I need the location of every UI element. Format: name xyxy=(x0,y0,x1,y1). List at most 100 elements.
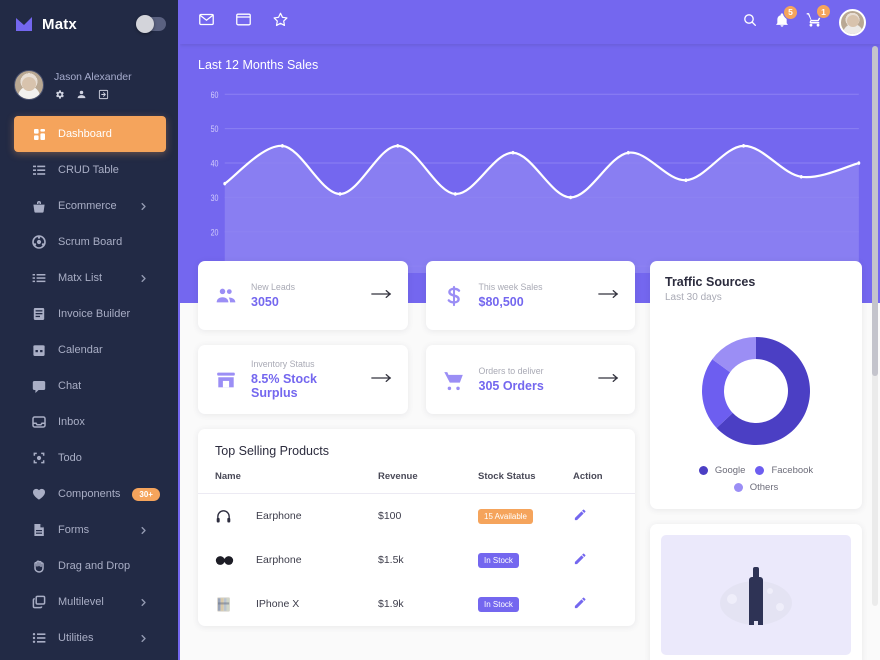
window-icon[interactable] xyxy=(235,11,252,33)
product-name: Earphone xyxy=(256,554,302,566)
stat-card-inventory-status[interactable]: Inventory Status 8.5% Stock Surplus xyxy=(198,345,408,414)
arrow-right-icon[interactable] xyxy=(370,371,393,389)
svg-text:20: 20 xyxy=(211,227,219,237)
legend-dot xyxy=(733,483,743,492)
sidebar-item-matx-list[interactable]: Matx List xyxy=(14,260,166,296)
avatar[interactable] xyxy=(839,8,866,36)
mail-icon[interactable] xyxy=(198,11,215,33)
user-profile[interactable]: Jason Alexander xyxy=(0,70,180,100)
sidebar-item-components[interactable]: Components 30+ xyxy=(14,476,180,512)
legend-item-others[interactable]: Others xyxy=(733,482,778,493)
column-header-stock: Stock Status xyxy=(478,471,573,494)
sidebar-item-scrum-board[interactable]: Scrum Board xyxy=(14,224,166,260)
sidebar-item-label: Forms xyxy=(58,524,90,536)
sidebar-item-todo[interactable]: Todo xyxy=(14,440,166,476)
cart-icon xyxy=(440,369,468,391)
sidebar-item-forms[interactable]: Forms xyxy=(14,512,166,548)
chevron-right-icon xyxy=(141,598,146,606)
column-header-revenue: Revenue xyxy=(378,471,478,494)
traffic-donut-chart xyxy=(650,303,862,465)
sidebar-item-utilities[interactable]: Utilities xyxy=(14,620,166,656)
stat-label: Inventory Status xyxy=(251,359,315,369)
sidebar-item-label: Ecommerce xyxy=(58,200,117,212)
utilities-icon xyxy=(32,633,46,643)
product-revenue: $100 xyxy=(378,510,402,522)
edit-icon[interactable] xyxy=(573,507,635,525)
sidebar-item-crud-table[interactable]: CRUD Table xyxy=(14,152,166,188)
legend-item-google[interactable]: Google xyxy=(698,465,745,476)
scrum-icon xyxy=(32,235,46,249)
stat-value: 3050 xyxy=(251,295,279,309)
dashboard-icon xyxy=(34,129,45,140)
vertical-scrollbar[interactable] xyxy=(872,46,878,606)
table-header: Name Revenue Stock Status Action xyxy=(198,471,635,494)
chevron-right-icon xyxy=(141,274,146,282)
sidebar-item-invoice-builder[interactable]: Invoice Builder xyxy=(14,296,166,332)
arrow-right-icon[interactable] xyxy=(598,371,620,389)
page-title: Last 12 Months Sales xyxy=(198,58,319,72)
search-icon[interactable] xyxy=(742,12,758,33)
status-badge: 15 Available xyxy=(478,508,533,524)
heart-icon xyxy=(33,488,45,500)
chevron-right-icon xyxy=(141,526,146,534)
chevron-right-icon xyxy=(141,634,146,642)
status-badge: In Stock xyxy=(478,552,519,568)
svg-text:60: 60 xyxy=(211,90,219,100)
sidebar-item-label: Invoice Builder xyxy=(58,308,131,320)
promo-product-card xyxy=(650,524,862,660)
column-header-action: Action xyxy=(573,471,635,494)
list-icon xyxy=(33,165,46,175)
avatar[interactable] xyxy=(14,70,44,100)
stat-card-orders-to-deliver[interactable]: Orders to deliver 305 Orders xyxy=(425,345,635,414)
product-name: Earphone xyxy=(256,510,302,522)
sidebar-item-label: Todo xyxy=(58,452,82,464)
products-table: Name Revenue Stock Status Action Earphon… xyxy=(198,471,635,626)
cart-icon[interactable]: 1 xyxy=(806,4,831,33)
table-row[interactable]: IPhone X $1.9k In Stock xyxy=(198,582,635,626)
edit-icon[interactable] xyxy=(573,595,635,613)
profile-name: Jason Alexander xyxy=(54,71,132,83)
bell-icon[interactable]: 5 xyxy=(774,4,798,33)
edit-icon[interactable] xyxy=(573,551,635,569)
table-row[interactable]: Earphone $1.5k In Stock xyxy=(198,538,635,582)
sidebar-item-label: Inbox xyxy=(58,416,85,428)
column-header-name: Name xyxy=(198,471,378,494)
matx-logo-icon xyxy=(14,14,34,34)
star-icon[interactable] xyxy=(272,11,289,33)
traffic-legend: Google Facebook Others xyxy=(679,465,834,509)
sidebar-item-label: Drag and Drop xyxy=(58,560,131,572)
sidebar-item-dashboard[interactable]: Dashboard xyxy=(14,116,166,152)
sidebar-item-inbox[interactable]: Inbox xyxy=(14,404,166,440)
gear-icon[interactable] xyxy=(54,89,65,100)
sidebar-item-drag-and-drop[interactable]: Drag and Drop xyxy=(14,548,166,584)
toggle-knob xyxy=(136,15,154,33)
sidebar-item-label: Chat xyxy=(58,380,82,392)
traffic-subtitle: Last 30 days xyxy=(665,292,722,303)
svg-text:30: 30 xyxy=(211,193,219,203)
sidebar-item-multilevel[interactable]: Multilevel xyxy=(14,584,166,620)
stat-card-this-week-sales[interactable]: This week Sales $80,500 xyxy=(425,261,635,330)
theme-toggle[interactable] xyxy=(136,15,166,33)
traffic-title: Traffic Sources xyxy=(665,275,756,289)
table-row[interactable]: Earphone $100 15 Available xyxy=(198,494,635,539)
arrow-right-icon[interactable] xyxy=(598,287,620,305)
sidebar-nav: Dashboard CRUD Table Ecommerce Scrum Board M… xyxy=(0,116,180,656)
scrollbar-thumb[interactable] xyxy=(872,46,878,376)
logout-icon[interactable] xyxy=(98,89,109,100)
legend-item-facebook[interactable]: Facebook xyxy=(755,465,813,476)
stat-card-new-leads[interactable]: New Leads 3050 xyxy=(198,261,408,330)
left-column: New Leads 3050 This week Sales $80,500 Inven… xyxy=(198,261,635,660)
stat-value: $80,500 xyxy=(478,295,524,309)
sidebar-item-calendar[interactable]: Calendar xyxy=(14,332,166,368)
sidebar-item-chat[interactable]: Chat xyxy=(14,368,166,404)
sidebar-badge: 30+ xyxy=(132,487,160,501)
chevron-right-icon xyxy=(141,202,146,210)
person-icon[interactable] xyxy=(76,89,87,100)
sidebar-item-label: Components xyxy=(58,488,121,500)
content-area: New Leads 3050 This week Sales $80,500 Inven… xyxy=(180,261,880,660)
sidebar-item-ecommerce[interactable]: Ecommerce xyxy=(14,188,166,224)
dollar-icon xyxy=(440,284,468,308)
product-revenue: $1.9k xyxy=(378,598,404,610)
brand-row: Matx xyxy=(0,0,180,48)
arrow-right-icon[interactable] xyxy=(370,287,393,305)
